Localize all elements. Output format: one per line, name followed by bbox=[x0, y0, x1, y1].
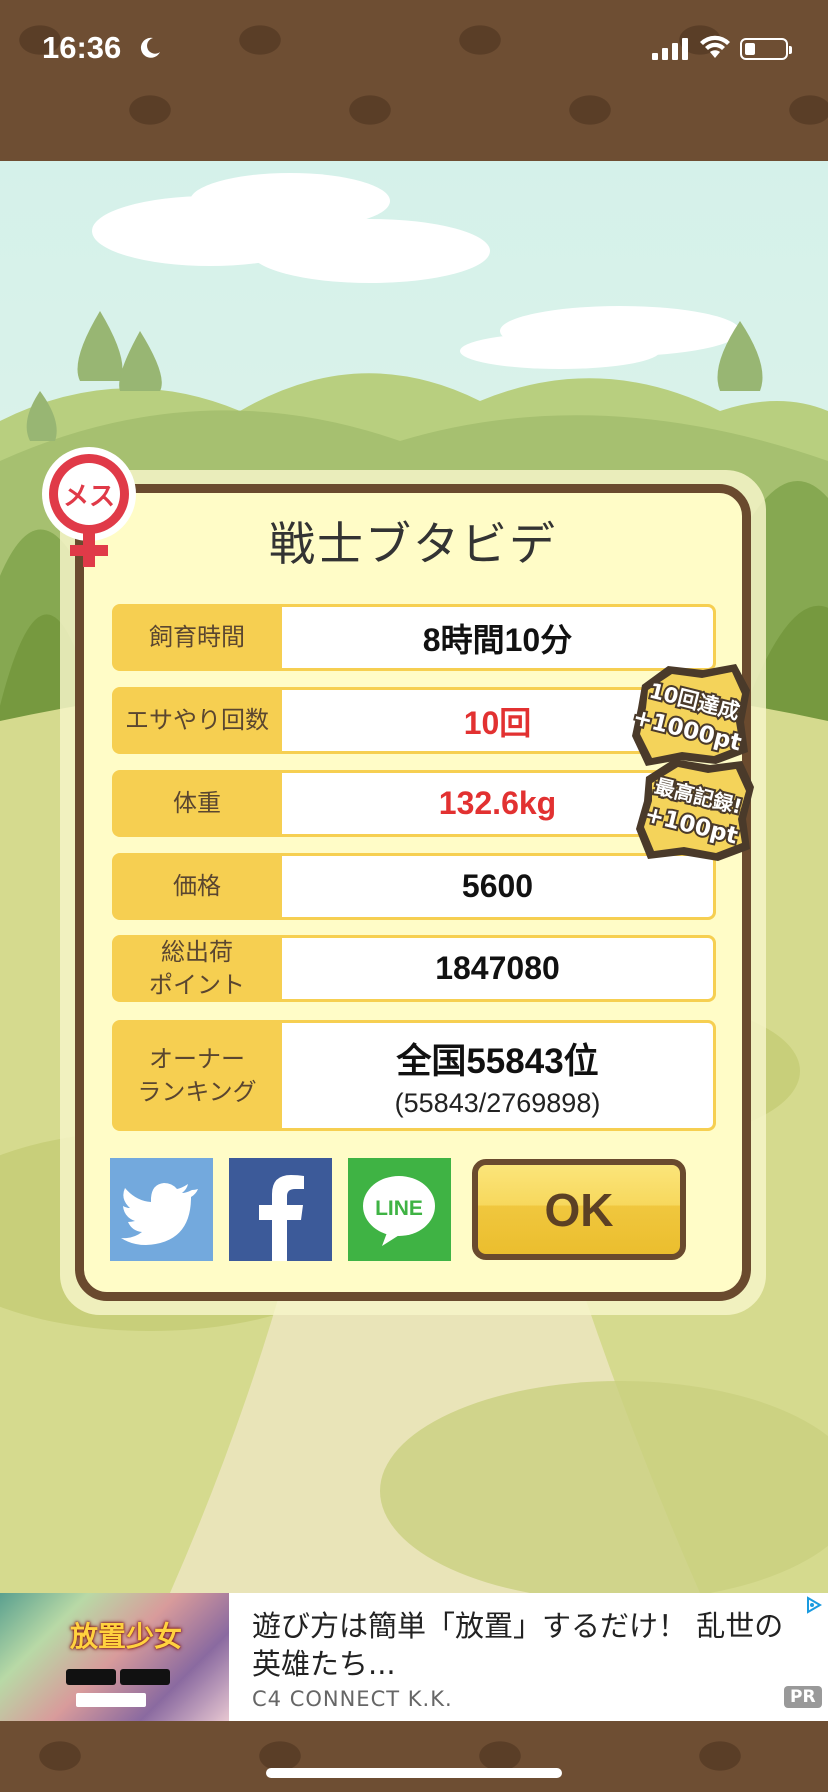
stat-label: オーナー ランキング bbox=[112, 1020, 282, 1131]
ranking-value: 全国55843位 (55843/2769898) bbox=[282, 1020, 716, 1131]
battery-icon bbox=[740, 38, 792, 60]
line-messenger-icon: LINE bbox=[363, 1176, 435, 1246]
moon-icon bbox=[140, 37, 160, 58]
ad-banner[interactable]: 放置少女 遊び方は簡単「放置」するだけ！ 乱世の英雄たち... C4 CONNE… bbox=[0, 1593, 828, 1721]
ad-image[interactable]: 放置少女 bbox=[0, 1593, 229, 1721]
bottom-background bbox=[0, 1721, 828, 1792]
stat-row-feed-count: エサやり回数 10回 bbox=[112, 687, 716, 754]
ad-image-title: 放置少女 bbox=[70, 1620, 183, 1653]
share-facebook-button[interactable] bbox=[229, 1158, 332, 1261]
stat-value: 1847080 bbox=[282, 935, 716, 1002]
twitter-bird-icon bbox=[121, 1183, 198, 1245]
share-twitter-button[interactable] bbox=[110, 1158, 213, 1261]
achievement-stamp-record: 最高記録! +100pt bbox=[636, 759, 754, 861]
ad-headline[interactable]: 遊び方は簡単「放置」するだけ！ 乱世の英雄たち... bbox=[252, 1607, 792, 1683]
status-bar-background bbox=[0, 0, 828, 161]
ad-image-banner bbox=[76, 1693, 146, 1707]
pig-name-title: 戦士ブタビデ bbox=[269, 517, 557, 571]
stat-label: エサやり回数 bbox=[112, 687, 282, 754]
ranking-position: 全国55843位 bbox=[396, 1041, 599, 1081]
home-indicator[interactable] bbox=[266, 1768, 562, 1778]
ad-advertiser: C4 CONNECT K.K. bbox=[252, 1687, 453, 1711]
cellular-signal-icon bbox=[652, 38, 688, 60]
adchoices-icon[interactable] bbox=[805, 1596, 823, 1614]
wifi-icon bbox=[700, 35, 730, 58]
app-store-badge-icon bbox=[66, 1669, 116, 1685]
ad-pr-badge: PR bbox=[784, 1686, 822, 1708]
stat-row-price: 価格 5600 bbox=[112, 853, 716, 920]
line-icon-label: LINE bbox=[375, 1197, 423, 1220]
stat-row-shipping-points: 総出荷 ポイント 1847080 bbox=[112, 935, 716, 1002]
stat-label: 体重 bbox=[112, 770, 282, 837]
stat-row-owner-ranking: オーナー ランキング 全国55843位 (55843/2769898) bbox=[112, 1020, 716, 1131]
facebook-f-icon bbox=[259, 1175, 304, 1261]
stat-row-weight: 体重 132.6kg bbox=[112, 770, 716, 837]
battery-level bbox=[745, 43, 755, 55]
status-time: 16:36 bbox=[42, 30, 122, 65]
stat-row-raising-time: 飼育時間 8時間10分 bbox=[112, 604, 716, 671]
google-play-badge-icon bbox=[120, 1669, 170, 1685]
stat-label: 総出荷 ポイント bbox=[112, 935, 282, 1002]
achievement-stamp-feed: 10回達成 +1000pt bbox=[628, 664, 750, 766]
ok-button[interactable]: OK bbox=[472, 1159, 686, 1260]
stat-label: 価格 bbox=[112, 853, 282, 920]
share-line-button[interactable]: LINE bbox=[348, 1158, 451, 1261]
stat-label: 飼育時間 bbox=[112, 604, 282, 671]
ranking-detail: (55843/2769898) bbox=[394, 1087, 601, 1118]
